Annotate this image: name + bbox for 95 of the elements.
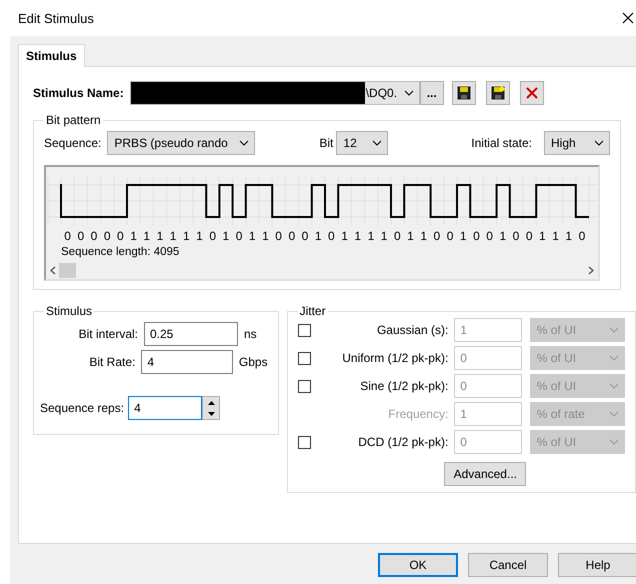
caret-icon: [609, 439, 619, 445]
stimulus-name-label: Stimulus Name:: [33, 86, 124, 100]
caret-icon: [609, 327, 619, 333]
stimulus-name-value: \DQ0.: [364, 86, 398, 100]
group-title: Stimulus: [45, 304, 94, 318]
jitter-label: Frequency:: [387, 407, 448, 421]
bit-value: 0: [578, 229, 586, 243]
bit-value: 0: [208, 229, 217, 243]
bit-value: 0: [446, 229, 454, 243]
bit-value: 1: [564, 229, 574, 243]
sequence-length: Sequence length: 4095: [60, 246, 180, 258]
caret-icon: [594, 140, 604, 146]
browse-button[interactable]: ...: [420, 81, 444, 105]
caret-icon: [609, 355, 619, 361]
input-field[interactable]: 4: [141, 350, 233, 374]
bit-value: 0: [274, 229, 283, 243]
bit-value: 1: [366, 229, 376, 243]
delete-button[interactable]: [520, 81, 544, 105]
save-as-button[interactable]: [486, 81, 510, 105]
reps-field[interactable]: 4: [128, 396, 202, 420]
bit-value: 0: [327, 229, 336, 243]
advanced-button[interactable]: Advanced...: [444, 462, 526, 486]
delete-icon: [524, 86, 539, 100]
stimulus-name-combo[interactable]: \DQ0.: [130, 81, 420, 105]
bit-value: 1: [353, 229, 362, 243]
bit-value: 0: [234, 229, 244, 243]
dialog-button[interactable]: OK: [378, 553, 458, 577]
bit-value: 1: [182, 229, 191, 243]
bit-value: 1: [222, 229, 230, 243]
bit-value: 0: [524, 229, 534, 243]
bit-value: 1: [129, 229, 138, 243]
bit-value: 0: [300, 229, 310, 243]
tab[interactable]: Stimulus: [18, 44, 85, 67]
bit-value: 1: [538, 229, 547, 243]
bit-value: 1: [380, 229, 388, 243]
save-icon: [456, 86, 471, 100]
dialog-button[interactable]: Cancel: [468, 553, 548, 577]
bit-value: 1: [551, 229, 560, 243]
initial-state-label: Initial state:: [471, 136, 532, 150]
unit-label: Gbps: [238, 355, 268, 369]
reps-label: Sequence reps:: [40, 401, 124, 415]
bit-value: 1: [314, 229, 322, 243]
bit-value: 1: [458, 229, 468, 243]
window-title: Edit Stimulus: [18, 10, 94, 26]
bit-value: 0: [392, 229, 402, 243]
bit-value: 0: [512, 229, 520, 243]
bit-value: 1: [156, 229, 164, 243]
field-label: Bit interval:: [78, 327, 138, 341]
bit-value: 1: [340, 229, 349, 243]
jitter-label: Gaussian (s):: [376, 323, 448, 337]
dialog-button[interactable]: Help: [558, 553, 636, 577]
scroll-left-icon[interactable]: [50, 266, 56, 275]
bit-label: Bit: [319, 136, 334, 150]
bit-value: 1: [419, 229, 428, 243]
bit-value: 0: [63, 229, 72, 243]
caret-icon: [239, 140, 250, 146]
caret-icon: [609, 411, 619, 417]
caret-icon: [404, 90, 414, 96]
close-icon[interactable]: [622, 12, 634, 24]
bit-value: 1: [195, 229, 204, 243]
scrollbar-thumb[interactable]: [59, 263, 76, 278]
scroll-right-icon[interactable]: [588, 266, 594, 275]
sequence-dropdown[interactable]: PRBS (pseudo rando: [107, 131, 256, 155]
bit-value: 1: [248, 229, 257, 243]
group-title: Jitter: [298, 304, 327, 318]
bit-value: 0: [472, 229, 481, 243]
bit-value: 1: [142, 229, 152, 243]
save-as-icon: [490, 86, 505, 100]
spin-buttons[interactable]: [202, 396, 220, 420]
bit-value: 1: [168, 229, 178, 243]
bit-value: 1: [498, 229, 508, 243]
bit-value: 0: [102, 229, 112, 243]
bit-value: 0: [90, 229, 98, 243]
bit-value: 0: [76, 229, 86, 243]
bit-value: 0: [432, 229, 442, 243]
bit-value: 1: [406, 229, 415, 243]
caret-icon: [372, 140, 382, 146]
input-field[interactable]: 0.25: [144, 322, 238, 346]
bit-value: 0: [116, 229, 125, 243]
field-label: Bit Rate:: [88, 355, 136, 369]
jitter-label: Sine (1/2 pk-pk):: [359, 379, 448, 393]
save-button[interactable]: [452, 81, 476, 105]
jitter-label: DCD (1/2 pk-pk):: [357, 435, 448, 449]
initial-state-dropdown[interactable]: High: [544, 131, 610, 155]
unit-label: ns: [244, 327, 257, 341]
down-arrow-icon: [208, 412, 215, 416]
up-arrow-icon: [208, 400, 215, 404]
jitter-label: Uniform (1/2 pk-pk):: [341, 351, 448, 365]
bit-value: 1: [261, 229, 270, 243]
bit-value: 0: [485, 229, 494, 243]
bit-value: 0: [287, 229, 296, 243]
sequence-label: Sequence:: [44, 136, 102, 150]
caret-icon: [609, 383, 619, 389]
bit-dropdown[interactable]: 12: [336, 131, 388, 155]
group-title: Bit pattern: [45, 113, 102, 127]
